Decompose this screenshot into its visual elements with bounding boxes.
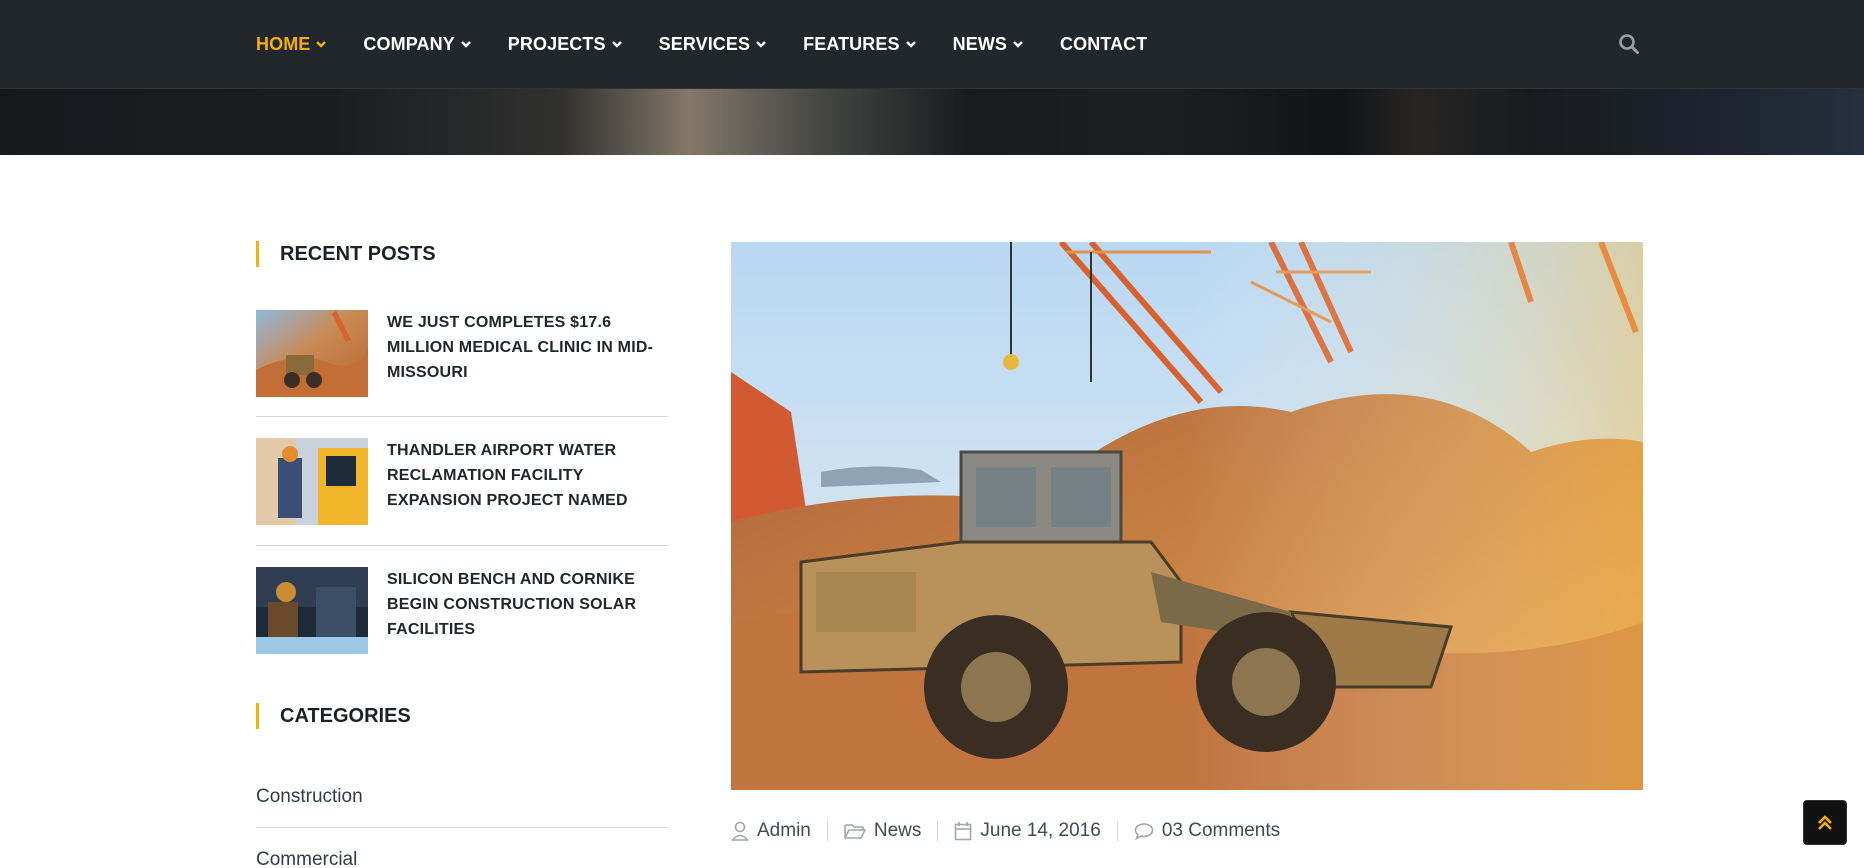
- post-date: June 14, 2016: [954, 820, 1101, 842]
- post-category[interactable]: News: [844, 820, 922, 842]
- nav-item-label: HOME: [256, 34, 311, 54]
- recent-post-item[interactable]: SILICON BENCH AND CORNIKE BEGIN CONSTRUC…: [256, 567, 668, 654]
- chevron-down-icon: [756, 40, 766, 48]
- nav-item-features[interactable]: FEATURES: [803, 34, 916, 55]
- author-name: Admin: [757, 820, 811, 841]
- nav-item-home[interactable]: HOME: [256, 34, 327, 55]
- nav-item-label: NEWS: [952, 34, 1008, 54]
- nav-item-label: FEATURES: [803, 34, 900, 54]
- post-meta: Admin News June 14, 2016 03 Comments: [731, 818, 1280, 844]
- search-icon[interactable]: [1618, 33, 1640, 55]
- recent-post-title[interactable]: WE JUST COMPLETES $17.6 MILLION MEDICAL …: [387, 310, 668, 385]
- recent-post-title[interactable]: SILICON BENCH AND CORNIKE BEGIN CONSTRUC…: [387, 567, 668, 642]
- nav-item-contact[interactable]: CONTACT: [1060, 34, 1147, 55]
- divider: [256, 827, 668, 828]
- chevron-down-icon: [316, 40, 327, 48]
- comments-count: 03 Comments: [1161, 820, 1281, 841]
- category-link[interactable]: Construction: [256, 786, 363, 808]
- nav-menu: HOME COMPANY PROJECTS SERVICES FEATURES …: [256, 0, 1183, 89]
- recent-post-title[interactable]: THANDLER AIRPORT WATER RECLAMATION FACIL…: [387, 438, 668, 513]
- post-author[interactable]: Admin: [731, 820, 811, 842]
- nav-item-projects[interactable]: PROJECTS: [508, 34, 623, 55]
- category-link[interactable]: Commercial: [256, 849, 357, 868]
- double-chevron-up-icon: [1818, 814, 1832, 830]
- recent-post-thumbnail[interactable]: [256, 310, 368, 397]
- featured-image[interactable]: [731, 242, 1643, 790]
- divider: [826, 821, 828, 841]
- nav-item-company[interactable]: COMPANY: [363, 34, 471, 55]
- calendar-icon: [955, 822, 972, 841]
- recent-posts-heading: RECENT POSTS: [256, 241, 436, 267]
- post-comments[interactable]: 03 Comments: [1134, 820, 1280, 842]
- main-navbar: HOME COMPANY PROJECTS SERVICES FEATURES …: [0, 0, 1864, 89]
- divider: [256, 416, 668, 417]
- category-name: News: [873, 820, 922, 841]
- nav-item-label: PROJECTS: [507, 34, 606, 54]
- recent-post-item[interactable]: WE JUST COMPLETES $17.6 MILLION MEDICAL …: [256, 310, 668, 397]
- divider: [937, 821, 939, 841]
- divider: [1116, 821, 1118, 841]
- recent-post-thumbnail[interactable]: [256, 567, 368, 654]
- nav-item-news[interactable]: NEWS: [953, 34, 1024, 55]
- chevron-down-icon: [611, 40, 622, 48]
- nav-item-label: SERVICES: [658, 34, 751, 54]
- divider: [256, 545, 668, 546]
- chevron-down-icon: [1013, 40, 1023, 48]
- chevron-down-icon: [905, 40, 916, 48]
- folder-open-icon: [844, 824, 866, 839]
- nav-item-label: COMPANY: [363, 34, 455, 54]
- recent-post-item[interactable]: THANDLER AIRPORT WATER RECLAMATION FACIL…: [256, 438, 668, 525]
- nav-item-label: CONTACT: [1060, 34, 1148, 54]
- user-icon: [731, 821, 749, 841]
- date-text: June 14, 2016: [980, 820, 1101, 841]
- chevron-down-icon: [460, 40, 471, 48]
- comment-icon: [1134, 823, 1154, 840]
- back-to-top-button[interactable]: [1803, 800, 1847, 845]
- categories-heading: CATEGORIES: [256, 703, 411, 729]
- nav-item-services[interactable]: SERVICES: [659, 34, 768, 55]
- recent-post-thumbnail[interactable]: [256, 438, 368, 525]
